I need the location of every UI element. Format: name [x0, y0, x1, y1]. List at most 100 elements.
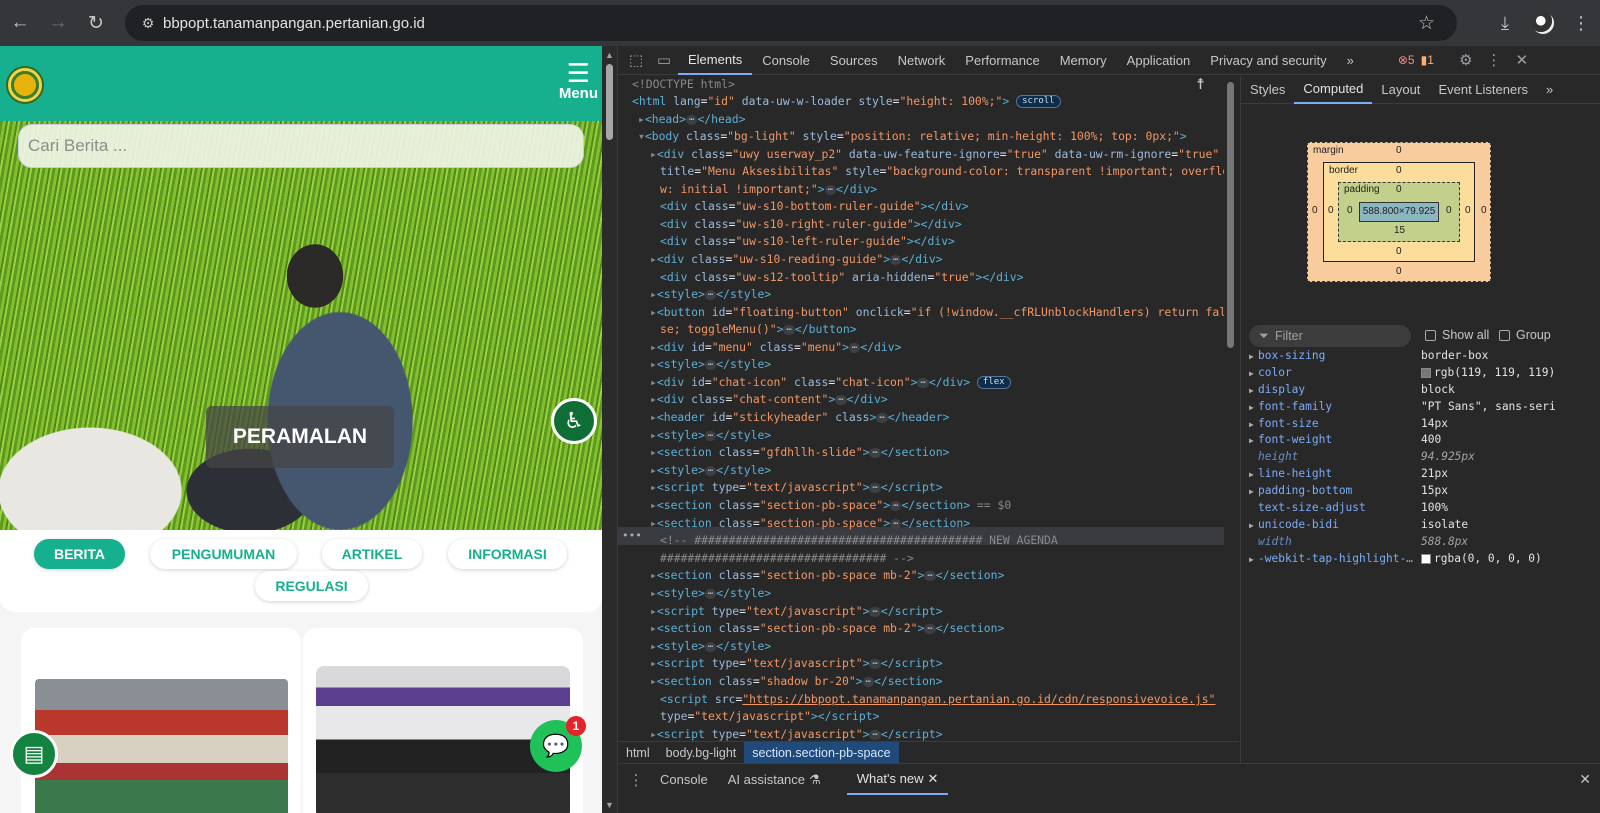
tab-event-listeners[interactable]: Event Listeners: [1429, 76, 1537, 104]
scrollbar-thumb[interactable]: [1227, 82, 1234, 348]
elements-scrollbar[interactable]: [1224, 76, 1238, 770]
tab-sources[interactable]: Sources: [820, 46, 888, 75]
tab-layout[interactable]: Layout: [1372, 76, 1429, 104]
settings-gear-icon[interactable]: ⚙: [1452, 51, 1480, 69]
breadcrumb-html[interactable]: html: [618, 742, 658, 763]
document-icon[interactable]: ▤: [10, 730, 58, 778]
drawer-tab-ai-assistance[interactable]: AI assistance ⚗: [718, 764, 831, 795]
search-input[interactable]: Cari Berita ...: [18, 124, 584, 168]
page-viewport: ☰ Menu Cari Berita ... PERAMALAN ♿ BERIT…: [0, 46, 602, 813]
close-tab-icon[interactable]: ✕: [927, 771, 938, 787]
page-scrollbar[interactable]: ▲ ▼: [602, 46, 617, 813]
computed-row[interactable]: ▶ unicode-bidi isolate: [1241, 518, 1600, 535]
computed-row[interactable]: ▶ font-family "PT Sans", sans-seri: [1241, 400, 1600, 417]
tab-artikel[interactable]: ARTIKEL: [322, 539, 422, 569]
accessibility-icon[interactable]: ♿: [551, 398, 597, 444]
show-all-checkbox[interactable]: Show all: [1425, 328, 1489, 342]
expand-arrow-icon[interactable]: ▶: [1249, 436, 1254, 445]
prop-value-wrap: rgb(119, 119, 119): [1421, 366, 1555, 379]
prop-value: 21px: [1421, 467, 1448, 481]
tab-computed[interactable]: Computed: [1294, 76, 1373, 104]
computed-row[interactable]: ▶ -webkit-tap-highlight-… rgba(0, 0, 0, 0): [1241, 552, 1600, 569]
expand-arrow-icon[interactable]: ▶: [1249, 403, 1254, 412]
group-checkbox[interactable]: Group: [1499, 328, 1551, 342]
breadcrumb-section[interactable]: section.section-pb-space: [744, 742, 899, 763]
drawer-menu-icon[interactable]: ⋮: [622, 771, 650, 789]
prop-value: isolate: [1421, 517, 1469, 531]
tab-berita[interactable]: BERITA: [34, 539, 125, 569]
tab-styles[interactable]: Styles: [1241, 76, 1294, 104]
tab-performance[interactable]: Performance: [955, 46, 1049, 75]
tab-elements[interactable]: Elements: [678, 46, 753, 75]
computed-row[interactable]: ▶ display block: [1241, 383, 1600, 400]
forward-icon[interactable]: →: [40, 5, 76, 41]
expand-arrow-icon[interactable]: ▶: [1249, 521, 1254, 530]
download-icon[interactable]: ⤓: [1486, 13, 1524, 34]
selected-node-dots: •••: [622, 529, 642, 542]
computed-row[interactable]: ▶ color rgb(119, 119, 119): [1241, 366, 1600, 383]
close-devtools-icon[interactable]: ✕: [1508, 51, 1536, 69]
device-toolbar-icon[interactable]: ▭: [650, 51, 678, 69]
computed-row[interactable]: width 588.8px: [1241, 535, 1600, 552]
drawer-tab-console[interactable]: Console: [650, 764, 718, 795]
news-photo[interactable]: [35, 679, 288, 813]
tab-network[interactable]: Network: [888, 46, 956, 75]
margin-label: margin: [1313, 145, 1344, 156]
scroll-up-icon[interactable]: ▲: [605, 50, 614, 60]
tab-informasi[interactable]: INFORMASI: [448, 539, 567, 569]
profile-avatar[interactable]: [1532, 12, 1554, 34]
accessibility-tree-icon[interactable]: ☨: [1196, 76, 1205, 94]
more-tabs-icon[interactable]: »: [1537, 76, 1562, 104]
tab-regulasi[interactable]: REGULASI: [255, 571, 368, 601]
dom-tree[interactable]: ••• <!DOCTYPE html> <html lang="id" data…: [618, 76, 1224, 770]
computed-row[interactable]: ▶ line-height 21px: [1241, 467, 1600, 484]
reload-icon[interactable]: ↻: [78, 5, 114, 41]
expand-arrow-icon[interactable]: ▶: [1249, 369, 1254, 378]
drawer-tab-whats-new[interactable]: What's new ✕: [846, 764, 949, 795]
computed-row[interactable]: text-size-adjust 100%: [1241, 501, 1600, 518]
site-logo[interactable]: [6, 66, 44, 104]
computed-row[interactable]: ▶ font-weight 400: [1241, 433, 1600, 450]
computed-row[interactable]: ▶ padding-bottom 15px: [1241, 484, 1600, 501]
prop-name: color: [1258, 365, 1292, 379]
expand-arrow-icon[interactable]: ▶: [1249, 352, 1254, 361]
menu-button[interactable]: ☰ Menu: [559, 60, 598, 102]
expand-arrow-icon[interactable]: ▶: [1249, 555, 1254, 564]
tab-console[interactable]: Console: [752, 46, 820, 75]
padding-top: 0: [1396, 184, 1402, 195]
expand-arrow-icon[interactable]: ▶: [1249, 386, 1254, 395]
close-drawer-icon[interactable]: ✕: [1579, 771, 1591, 788]
tab-privacy[interactable]: Privacy and security: [1200, 46, 1336, 75]
site-settings-icon[interactable]: ⚙: [125, 15, 163, 32]
computed-filter-input[interactable]: ⏷ Filter: [1249, 325, 1411, 347]
breadcrumb-body[interactable]: body.bg-light: [658, 742, 745, 763]
tab-pengumuman[interactable]: PENGUMUMAN: [150, 539, 297, 569]
bookmark-star-icon[interactable]: ☆: [1418, 12, 1435, 35]
back-icon[interactable]: ←: [2, 5, 38, 41]
prop-name: font-size: [1258, 416, 1319, 430]
expand-arrow-icon[interactable]: ▶: [1249, 487, 1254, 496]
more-tabs-icon[interactable]: »: [1337, 46, 1364, 75]
tab-memory[interactable]: Memory: [1050, 46, 1117, 75]
computed-row[interactable]: height 94.925px: [1241, 450, 1600, 467]
address-bar[interactable]: ⚙ bbpopt.tanamanpangan.pertanian.go.id ☆: [125, 5, 1457, 41]
inspect-icon[interactable]: ⬚: [622, 51, 650, 69]
scroll-down-icon[interactable]: ▼: [605, 800, 614, 810]
hamburger-icon: ☰: [566, 58, 591, 88]
browser-menu-icon[interactable]: ⋮: [1562, 13, 1600, 34]
color-swatch[interactable]: [1421, 367, 1431, 378]
error-count[interactable]: ⊗5: [1398, 53, 1415, 67]
box-model-content[interactable]: 588.800×79.925: [1359, 202, 1439, 222]
warning-count[interactable]: ▮1: [1421, 53, 1434, 67]
computed-row[interactable]: ▶ box-sizing border-box: [1241, 349, 1600, 366]
filter-icon: ⏷: [1259, 328, 1270, 343]
tab-application[interactable]: Application: [1117, 46, 1201, 75]
expand-arrow-icon[interactable]: ▶: [1249, 420, 1254, 429]
prop-name: height: [1258, 450, 1299, 464]
color-swatch[interactable]: [1421, 553, 1431, 564]
url-text[interactable]: bbpopt.tanamanpangan.pertanian.go.id: [163, 15, 425, 32]
devtools-menu-icon[interactable]: ⋮: [1480, 51, 1508, 69]
computed-row[interactable]: ▶ font-size 14px: [1241, 417, 1600, 434]
expand-arrow-icon[interactable]: ▶: [1249, 470, 1254, 479]
scrollbar-thumb[interactable]: [606, 64, 613, 140]
